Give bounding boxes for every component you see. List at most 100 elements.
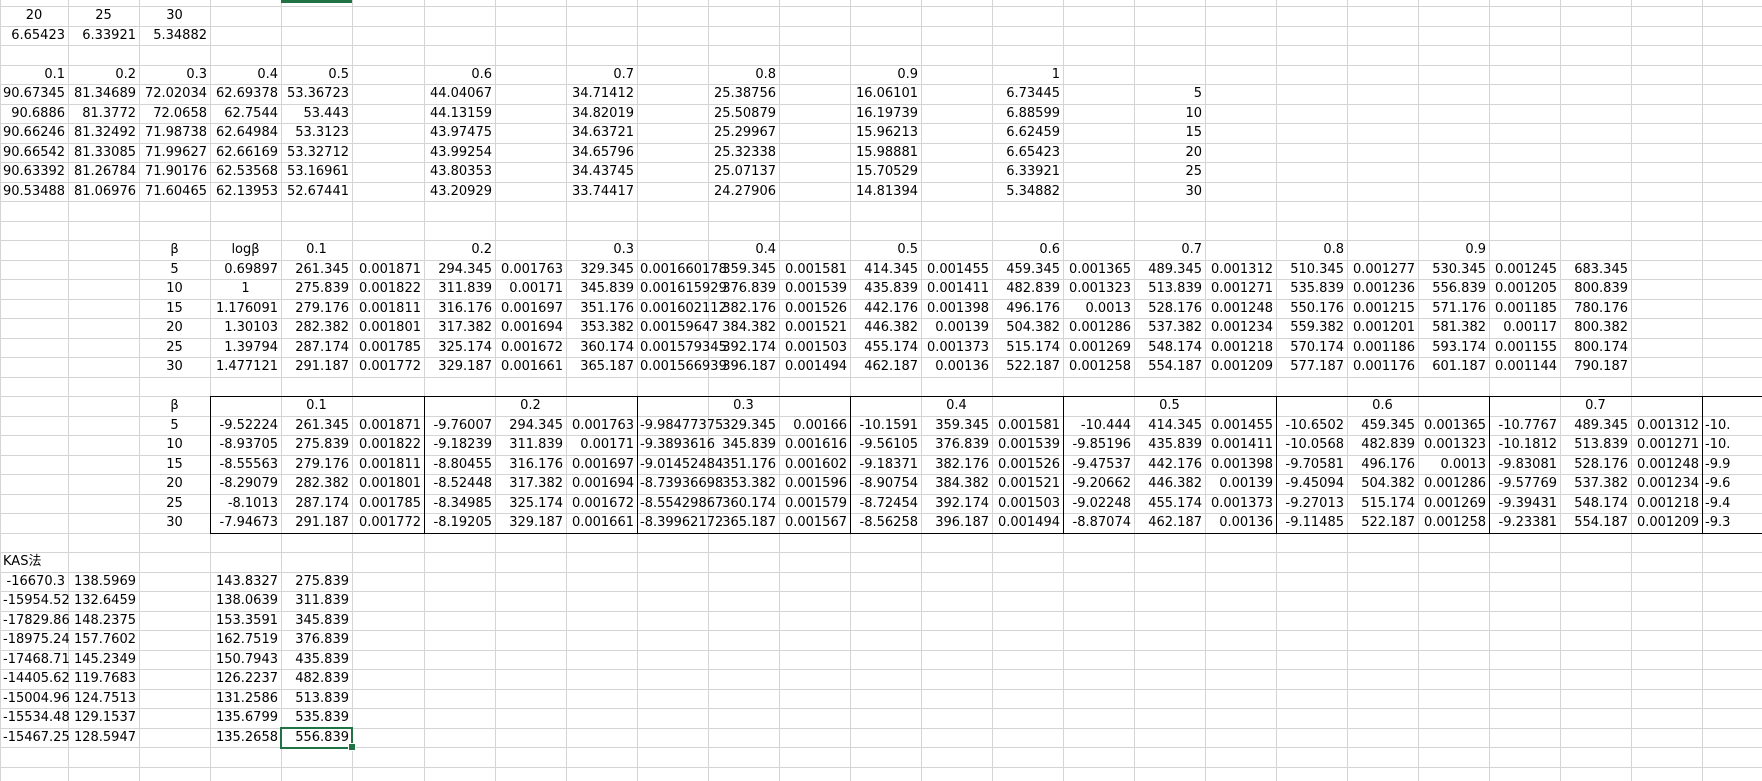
cell[interactable]: 0.6 (1347, 396, 1418, 415)
cell[interactable]: -8.29079 (210, 474, 281, 493)
cell[interactable]: 0.00159647 (637, 318, 719, 337)
cell[interactable]: 5.34882 (992, 182, 1063, 201)
cell[interactable]: 25.29967 (708, 123, 779, 142)
cell[interactable]: 316.176 (495, 455, 566, 474)
cell[interactable]: 0.001811 (352, 455, 424, 474)
cell[interactable]: 0.9 (1418, 240, 1489, 259)
cell[interactable]: 90.63392 (0, 162, 68, 181)
cell[interactable]: 53.16961 (281, 162, 352, 181)
cell[interactable]: 0.001539 (779, 279, 850, 298)
cell[interactable]: 0.001312 (1631, 416, 1702, 435)
cell[interactable]: 462.187 (1134, 513, 1205, 532)
cell[interactable]: 1 (210, 279, 281, 298)
cell[interactable]: 435.839 (281, 650, 352, 669)
cell[interactable]: -9.52224 (210, 416, 281, 435)
cell[interactable]: 0.4 (708, 240, 779, 259)
cell[interactable]: 0.001494 (779, 357, 850, 376)
cell[interactable]: 25.50879 (708, 104, 779, 123)
cell[interactable]: 0.001365 (1418, 416, 1489, 435)
cell[interactable]: 15.96213 (850, 123, 921, 142)
cell[interactable]: 522.187 (992, 357, 1063, 376)
cell[interactable]: 593.174 (1418, 338, 1489, 357)
cell[interactable]: 329.187 (495, 513, 566, 532)
cell[interactable]: 5 (1134, 84, 1205, 103)
cell[interactable]: 0.001694 (495, 318, 566, 337)
cell[interactable]: 329.345 (566, 260, 637, 279)
cell[interactable]: 275.839 (281, 572, 352, 591)
cell[interactable]: -8.1013 (210, 494, 281, 513)
cell[interactable]: 0.001155 (1489, 338, 1560, 357)
cell[interactable]: 522.187 (1347, 513, 1418, 532)
cell[interactable]: 53.32712 (281, 143, 352, 162)
cell[interactable]: 0.001616 (779, 435, 850, 454)
cell[interactable]: 0.001201 (1347, 318, 1418, 337)
cell[interactable]: 0.001871 (352, 416, 424, 435)
cell[interactable]: 0.001694 (566, 474, 637, 493)
cell[interactable]: 0.8 (1276, 240, 1347, 259)
cell[interactable]: 325.174 (424, 338, 495, 357)
cell[interactable]: 683.345 (1560, 260, 1631, 279)
cell[interactable]: 482.839 (281, 669, 352, 688)
cell[interactable]: 0.00136 (1205, 513, 1276, 532)
cell[interactable]: -8.72454 (850, 494, 921, 513)
cell[interactable]: 345.839 (566, 279, 637, 298)
cell[interactable]: 0.001144 (1489, 357, 1560, 376)
cell[interactable]: 0.001521 (992, 474, 1063, 493)
cell[interactable]: 554.187 (1560, 513, 1631, 532)
cell[interactable]: 515.174 (1347, 494, 1418, 513)
cell[interactable]: 25 (68, 6, 139, 25)
cell[interactable]: 392.174 (921, 494, 992, 513)
cell[interactable]: 360.174 (566, 338, 637, 357)
cell[interactable]: 0.00139 (1205, 474, 1276, 493)
cell[interactable]: -9.85196 (1063, 435, 1134, 454)
cell[interactable]: 414.345 (1134, 416, 1205, 435)
cell[interactable]: 515.174 (992, 338, 1063, 357)
cell[interactable]: 311.839 (495, 435, 566, 454)
cell[interactable]: 482.839 (992, 279, 1063, 298)
cell[interactable]: 489.345 (1560, 416, 1631, 435)
cell[interactable]: 90.66542 (0, 143, 68, 162)
cell[interactable]: -10.7767 (1489, 416, 1560, 435)
cell[interactable]: -9.76007 (424, 416, 495, 435)
cell[interactable]: 90.67345 (0, 84, 68, 103)
cell[interactable]: 345.839 (281, 611, 352, 630)
cell[interactable]: 504.382 (1347, 474, 1418, 493)
cell[interactable]: 0.001269 (1063, 338, 1134, 357)
cell[interactable]: 291.187 (281, 513, 352, 532)
cell[interactable]: 135.2658 (210, 728, 281, 747)
cell[interactable]: 571.176 (1418, 299, 1489, 318)
cell[interactable]: 442.176 (1134, 455, 1205, 474)
cell[interactable]: 0.001277 (1347, 260, 1418, 279)
cell[interactable]: 5.34882 (139, 26, 210, 45)
cell[interactable]: -10. (1702, 416, 1762, 435)
cell[interactable]: 329.345 (708, 416, 779, 435)
cell[interactable]: 0.5 (1134, 396, 1205, 415)
cell[interactable]: 6.88599 (992, 104, 1063, 123)
cell[interactable]: 351.176 (708, 455, 779, 474)
cell[interactable]: 30 (1134, 182, 1205, 201)
cell[interactable]: -18975.24 (0, 630, 70, 649)
cell[interactable]: 145.2349 (68, 650, 139, 669)
cell[interactable]: 34.82019 (566, 104, 637, 123)
cell[interactable]: 43.99254 (424, 143, 495, 162)
cell[interactable]: -8.52448 (424, 474, 495, 493)
fill-handle[interactable] (348, 743, 356, 751)
cell[interactable]: 34.43745 (566, 162, 637, 181)
cell[interactable]: -8.73936698 (637, 474, 723, 493)
cell[interactable]: 0.001672 (495, 338, 566, 357)
cell[interactable]: 0.001258 (1063, 357, 1134, 376)
cell[interactable]: 376.839 (708, 279, 779, 298)
cell[interactable]: 6.33921 (992, 162, 1063, 181)
cell[interactable]: 537.382 (1560, 474, 1631, 493)
cell[interactable]: 0.001236 (1347, 279, 1418, 298)
cell[interactable]: 0.001245 (1489, 260, 1560, 279)
cell[interactable]: 0.001602112 (637, 299, 727, 318)
cell[interactable]: 0.001365 (1063, 260, 1134, 279)
cell[interactable]: 261.345 (281, 260, 352, 279)
cell[interactable]: 601.187 (1418, 357, 1489, 376)
cell[interactable]: 25 (139, 338, 210, 357)
cell[interactable]: 392.174 (708, 338, 779, 357)
cell[interactable]: -9.23381 (1489, 513, 1560, 532)
cell[interactable]: 1.30103 (210, 318, 281, 337)
cell[interactable]: 72.02034 (139, 84, 210, 103)
